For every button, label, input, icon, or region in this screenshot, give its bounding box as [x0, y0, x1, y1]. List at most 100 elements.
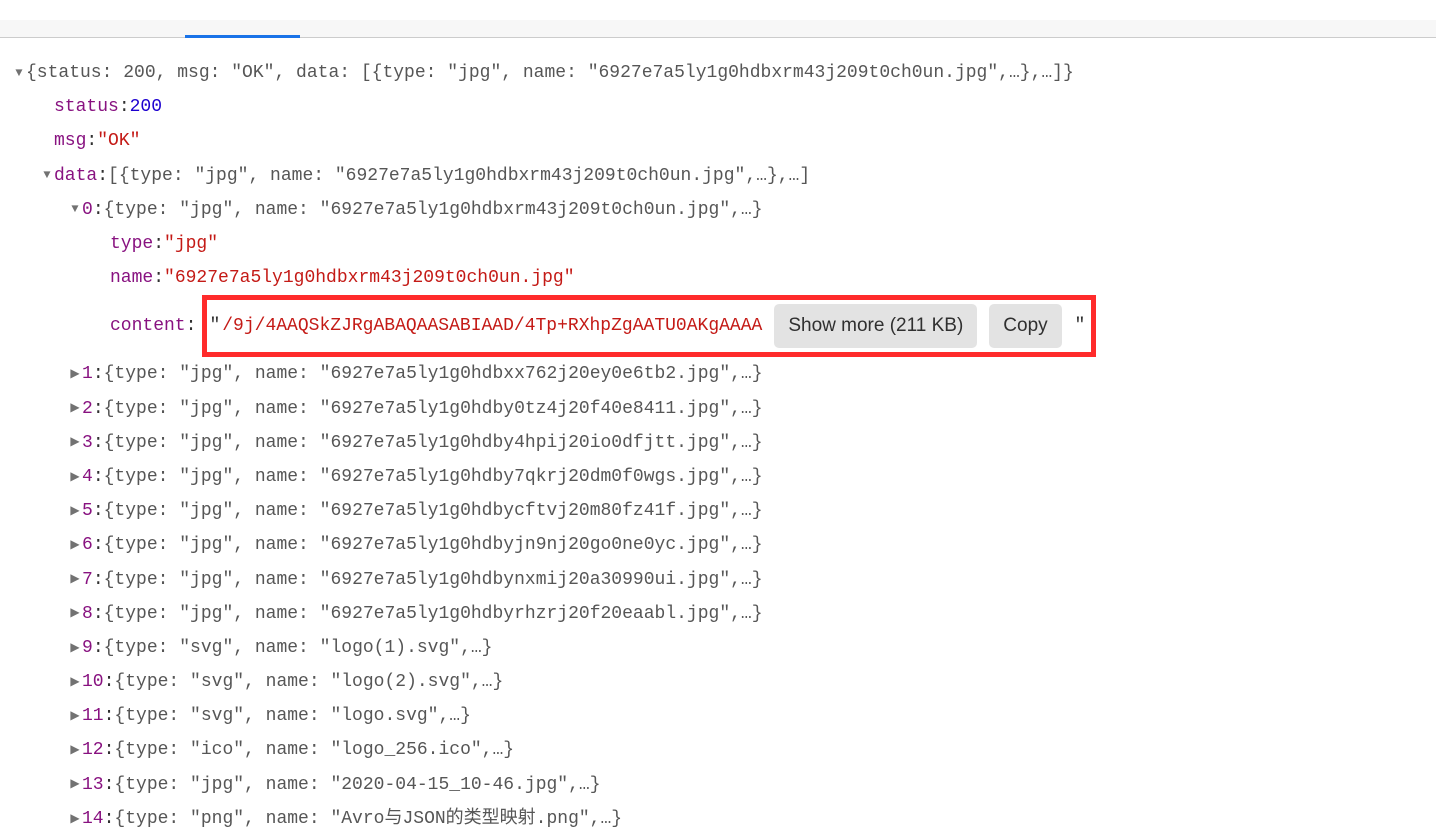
colon: : — [153, 261, 164, 295]
root-object-preview: {status: 200, msg: "OK", data: [{type: "… — [26, 56, 1074, 90]
expand-arrow-icon[interactable] — [68, 808, 82, 831]
item-3-line[interactable]: 3: {type: "jpg", name: "6927e7a5ly1g0hdb… — [12, 426, 1436, 460]
status-value: 200 — [130, 90, 162, 124]
item-preview: {type: "svg", name: "logo(1).svg",…} — [104, 631, 493, 665]
active-tab-indicator — [185, 35, 300, 38]
item-8-line[interactable]: 8: {type: "jpg", name: "6927e7a5ly1g0hdb… — [12, 597, 1436, 631]
item-index-key: 9 — [82, 631, 93, 665]
item-0-type-line[interactable]: type: "jpg" — [12, 227, 1436, 261]
expand-arrow-icon[interactable] — [68, 637, 82, 660]
item-14-line[interactable]: 14: {type: "png", name: "Avro与JSON的类型映射.… — [12, 802, 1436, 836]
colon: : — [104, 768, 115, 802]
item-preview: {type: "png", name: "Avro与JSON的类型映射.png"… — [114, 802, 622, 836]
expand-arrow-icon[interactable] — [68, 602, 82, 625]
expand-arrow-icon[interactable] — [68, 431, 82, 454]
item-index-key: 2 — [82, 392, 93, 426]
highlighted-content-box: "/9j/4AAQSkZJRgABAQAASABIAAD/4Tp+RXhpZgA… — [202, 295, 1096, 357]
item-9-line[interactable]: 9: {type: "svg", name: "logo(1).svg",…} — [12, 631, 1436, 665]
item-index-key: 4 — [82, 460, 93, 494]
collapse-arrow-icon[interactable] — [12, 62, 26, 85]
msg-value: "OK" — [97, 124, 140, 158]
colon: : — [93, 631, 104, 665]
expand-arrow-icon[interactable] — [68, 705, 82, 728]
colon: : — [93, 460, 104, 494]
colon: : — [153, 227, 164, 261]
colon: : — [186, 309, 197, 343]
item-0-key: 0 — [82, 193, 93, 227]
root-object-line[interactable]: {status: 200, msg: "OK", data: [{type: "… — [12, 56, 1436, 90]
item-2-line[interactable]: 2: {type: "jpg", name: "6927e7a5ly1g0hdb… — [12, 392, 1436, 426]
expand-arrow-icon[interactable] — [68, 466, 82, 489]
colon: : — [97, 159, 108, 193]
item-preview: {type: "jpg", name: "6927e7a5ly1g0hdbxx7… — [104, 357, 763, 391]
item-12-line[interactable]: 12: {type: "ico", name: "logo_256.ico",…… — [12, 733, 1436, 767]
item-index-key: 10 — [82, 665, 104, 699]
status-line[interactable]: status: 200 — [12, 90, 1436, 124]
close-quote: " — [1064, 309, 1086, 343]
colon: : — [119, 90, 130, 124]
expand-arrow-icon[interactable] — [68, 739, 82, 762]
colon: : — [86, 124, 97, 158]
item-10-line[interactable]: 10: {type: "svg", name: "logo(2).svg",…} — [12, 665, 1436, 699]
item-6-line[interactable]: 6: {type: "jpg", name: "6927e7a5ly1g0hdb… — [12, 528, 1436, 562]
msg-line[interactable]: msg: "OK" — [12, 124, 1436, 158]
item-5-line[interactable]: 5: {type: "jpg", name: "6927e7a5ly1g0hdb… — [12, 494, 1436, 528]
item-preview: {type: "jpg", name: "2020-04-15_10-46.jp… — [114, 768, 600, 802]
item-index-key: 8 — [82, 597, 93, 631]
item-0-preview: {type: "jpg", name: "6927e7a5ly1g0hdbxrm… — [104, 193, 763, 227]
item-11-line[interactable]: 11: {type: "svg", name: "logo.svg",…} — [12, 699, 1436, 733]
item-4-line[interactable]: 4: {type: "jpg", name: "6927e7a5ly1g0hdb… — [12, 460, 1436, 494]
name-key: name — [110, 261, 153, 295]
show-more-button[interactable]: Show more (211 KB) — [774, 304, 977, 348]
name-value: "6927e7a5ly1g0hdbxrm43j209t0ch0un.jpg" — [164, 261, 574, 295]
collapse-arrow-icon[interactable] — [68, 198, 82, 221]
item-index-key: 12 — [82, 733, 104, 767]
type-value: "jpg" — [164, 227, 218, 261]
content-value-preview: /9j/4AAQSkZJRgABAQAASABIAAD/4Tp+RXhpZgAA… — [222, 309, 762, 343]
colon: : — [93, 426, 104, 460]
item-0-content-line[interactable]: content: "/9j/4AAQSkZJRgABAQAASABIAAD/4T… — [12, 295, 1436, 357]
expand-arrow-icon[interactable] — [68, 773, 82, 796]
open-quote: " — [209, 309, 220, 343]
item-index-key: 3 — [82, 426, 93, 460]
collapse-arrow-icon[interactable] — [40, 164, 54, 187]
item-preview: {type: "jpg", name: "6927e7a5ly1g0hdbynx… — [104, 563, 763, 597]
colon: : — [93, 193, 104, 227]
data-array-preview: [{type: "jpg", name: "6927e7a5ly1g0hdbxr… — [108, 159, 810, 193]
item-preview: {type: "jpg", name: "6927e7a5ly1g0hdbyrh… — [104, 597, 763, 631]
expand-arrow-icon[interactable] — [68, 363, 82, 386]
colon: : — [93, 392, 104, 426]
item-index-key: 6 — [82, 528, 93, 562]
msg-key: msg — [54, 124, 86, 158]
item-preview: {type: "jpg", name: "6927e7a5ly1g0hdbyjn… — [104, 528, 763, 562]
item-0-line[interactable]: 0: {type: "jpg", name: "6927e7a5ly1g0hdb… — [12, 193, 1436, 227]
expand-arrow-icon[interactable] — [68, 397, 82, 420]
item-7-line[interactable]: 7: {type: "jpg", name: "6927e7a5ly1g0hdb… — [12, 563, 1436, 597]
colon: : — [93, 597, 104, 631]
colon: : — [104, 665, 115, 699]
colon: : — [93, 494, 104, 528]
item-preview: {type: "svg", name: "logo(2).svg",…} — [114, 665, 503, 699]
devtools-tabs-bar — [0, 20, 1436, 38]
json-preview-tree: {status: 200, msg: "OK", data: [{type: "… — [0, 38, 1436, 836]
expand-arrow-icon[interactable] — [68, 500, 82, 523]
item-0-name-line[interactable]: name: "6927e7a5ly1g0hdbxrm43j209t0ch0un.… — [12, 261, 1436, 295]
expand-arrow-icon[interactable] — [68, 534, 82, 557]
item-13-line[interactable]: 13: {type: "jpg", name: "2020-04-15_10-4… — [12, 768, 1436, 802]
item-preview: {type: "svg", name: "logo.svg",…} — [114, 699, 470, 733]
data-key: data — [54, 159, 97, 193]
colon: : — [104, 802, 115, 836]
data-line[interactable]: data: [{type: "jpg", name: "6927e7a5ly1g… — [12, 159, 1436, 193]
copy-button[interactable]: Copy — [989, 304, 1061, 348]
content-key: content — [110, 309, 186, 343]
item-preview: {type: "jpg", name: "6927e7a5ly1g0hdbycf… — [104, 494, 763, 528]
expand-arrow-icon[interactable] — [68, 671, 82, 694]
item-index-key: 13 — [82, 768, 104, 802]
item-preview: {type: "ico", name: "logo_256.ico",…} — [114, 733, 514, 767]
colon: : — [93, 563, 104, 597]
colon: : — [93, 528, 104, 562]
colon: : — [104, 699, 115, 733]
item-1-line[interactable]: 1: {type: "jpg", name: "6927e7a5ly1g0hdb… — [12, 357, 1436, 391]
expand-arrow-icon[interactable] — [68, 568, 82, 591]
item-preview: {type: "jpg", name: "6927e7a5ly1g0hdby0t… — [104, 392, 763, 426]
